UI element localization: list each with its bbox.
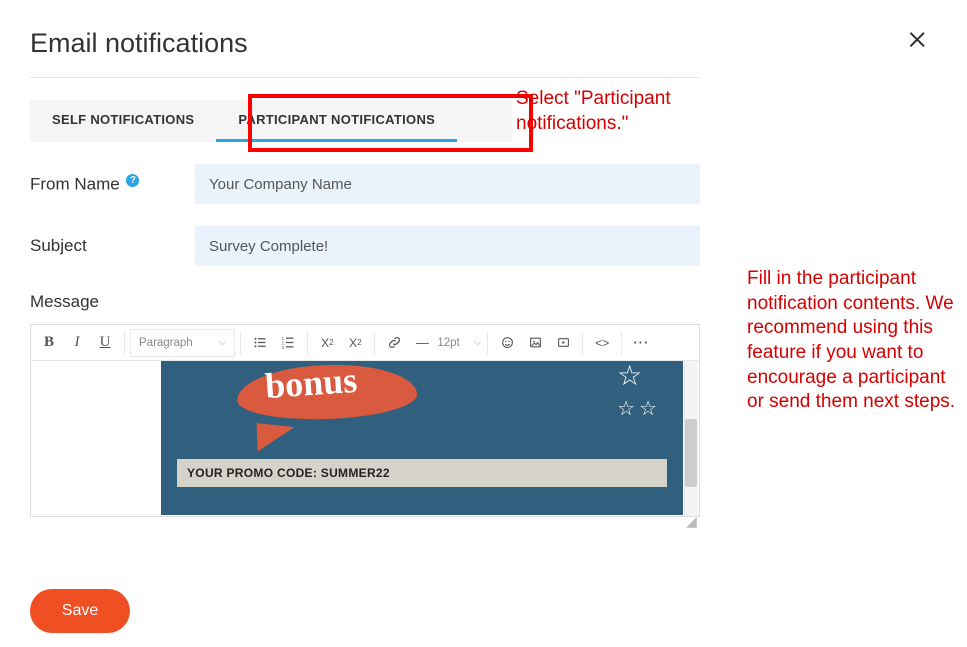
- subject-label: Subject: [30, 236, 195, 256]
- message-label: Message: [30, 292, 700, 312]
- divider: [30, 77, 700, 78]
- tab-participant-notifications[interactable]: PARTICIPANT NOTIFICATIONS: [216, 100, 457, 142]
- promo-code-box: YOUR PROMO CODE: SUMMER22: [177, 459, 667, 487]
- tab-bar: SELF NOTIFICATIONS PARTICIPANT NOTIFICAT…: [30, 100, 512, 142]
- image-button[interactable]: [522, 329, 548, 357]
- chevron-down-icon: ⌵: [219, 337, 227, 348]
- numbered-list-button[interactable]: 123: [275, 329, 301, 357]
- editor-scrollbar[interactable]: [684, 361, 698, 516]
- tab-self-notifications[interactable]: SELF NOTIFICATIONS: [30, 100, 216, 142]
- underline-button[interactable]: U: [92, 329, 118, 357]
- rich-text-editor: B I U Paragraph⌵ 123 X2 X2: [30, 324, 700, 517]
- email-card: bonus ☆☆☆ YOUR PROMO CODE: SUMMER22: [161, 361, 683, 515]
- subject-field[interactable]: [195, 226, 700, 266]
- bold-button[interactable]: B: [36, 329, 62, 357]
- italic-button[interactable]: I: [64, 329, 90, 357]
- font-size-select[interactable]: 12pt⌵: [437, 329, 481, 357]
- block-format-select[interactable]: Paragraph⌵: [130, 329, 235, 357]
- bullet-list-button[interactable]: [247, 329, 273, 357]
- media-button[interactable]: [550, 329, 576, 357]
- editor-toolbar: B I U Paragraph⌵ 123 X2 X2: [31, 325, 699, 361]
- star-icons: ☆☆☆: [615, 361, 659, 423]
- annotation-text-1: Select "Participant notifications.": [516, 87, 696, 136]
- subscript-button[interactable]: X2: [314, 329, 340, 357]
- close-icon[interactable]: [907, 28, 929, 55]
- scrollbar-thumb[interactable]: [685, 419, 697, 487]
- page-title: Email notifications: [30, 28, 937, 59]
- from-name-field[interactable]: [195, 164, 700, 204]
- svg-text:3: 3: [281, 345, 284, 350]
- annotation-text-2: Fill in the participant notification con…: [747, 267, 957, 415]
- resize-grip-icon[interactable]: ◢: [686, 513, 702, 529]
- help-icon[interactable]: ?: [126, 174, 139, 187]
- save-button[interactable]: Save: [30, 589, 130, 633]
- source-code-button[interactable]: <>: [589, 329, 615, 357]
- link-button[interactable]: [381, 329, 407, 357]
- more-button[interactable]: ···: [628, 329, 654, 357]
- horizontal-rule-button[interactable]: —: [409, 329, 435, 357]
- superscript-button[interactable]: X2: [342, 329, 368, 357]
- from-name-label: From Name ?: [30, 174, 195, 195]
- speech-bubble: bonus: [237, 365, 427, 433]
- editor-body[interactable]: bonus ☆☆☆ YOUR PROMO CODE: SUMMER22: [31, 361, 699, 516]
- chevron-down-icon: ⌵: [474, 337, 482, 348]
- emoji-button[interactable]: [494, 329, 520, 357]
